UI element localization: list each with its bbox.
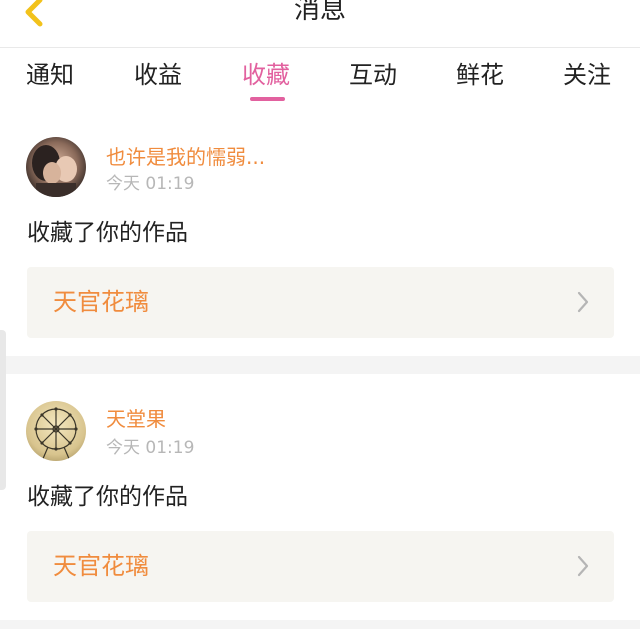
- top-bar: 消息: [0, 0, 640, 48]
- chevron-right-icon: [577, 291, 589, 313]
- work-title: 天官花璃: [53, 288, 149, 316]
- work-link[interactable]: 天官花璃: [27, 531, 614, 602]
- avatar[interactable]: [26, 401, 86, 461]
- chevron-right-icon: [577, 555, 589, 577]
- action-text: 收藏了你的作品: [27, 220, 188, 246]
- notification-card: 天堂果 今天 01:19 收藏了你的作品 天官花璃: [0, 374, 640, 619]
- username-link[interactable]: 也许是我的懦弱...: [106, 144, 265, 170]
- tab-earnings[interactable]: 收益: [134, 60, 182, 90]
- timestamp: 今天 01:19: [106, 174, 195, 194]
- card-divider: [0, 620, 640, 629]
- ferris-wheel-icon: [26, 401, 86, 461]
- work-link[interactable]: 天官花璃: [27, 267, 614, 338]
- tab-notice[interactable]: 通知: [26, 60, 74, 90]
- active-tab-indicator: [250, 97, 285, 101]
- tab-bar: 通知 收益 收藏 互动 鲜花 关注: [0, 48, 640, 108]
- tab-flowers[interactable]: 鲜花: [456, 60, 504, 90]
- tab-follow[interactable]: 关注: [563, 60, 611, 90]
- work-title: 天官花璃: [53, 552, 149, 580]
- edge-swipe-handle[interactable]: [0, 330, 6, 490]
- action-text: 收藏了你的作品: [27, 484, 188, 510]
- tab-interaction[interactable]: 互动: [349, 60, 397, 90]
- tab-favorites[interactable]: 收藏: [242, 60, 290, 90]
- avatar-photo-icon: [26, 137, 86, 197]
- timestamp: 今天 01:19: [106, 438, 195, 458]
- username-link[interactable]: 天堂果: [106, 406, 166, 432]
- notification-card: 也许是我的懦弱... 今天 01:19 收藏了你的作品 天官花璃: [0, 110, 640, 355]
- card-divider: [0, 356, 640, 374]
- page-title: 消息: [293, 0, 346, 25]
- avatar[interactable]: [26, 137, 86, 197]
